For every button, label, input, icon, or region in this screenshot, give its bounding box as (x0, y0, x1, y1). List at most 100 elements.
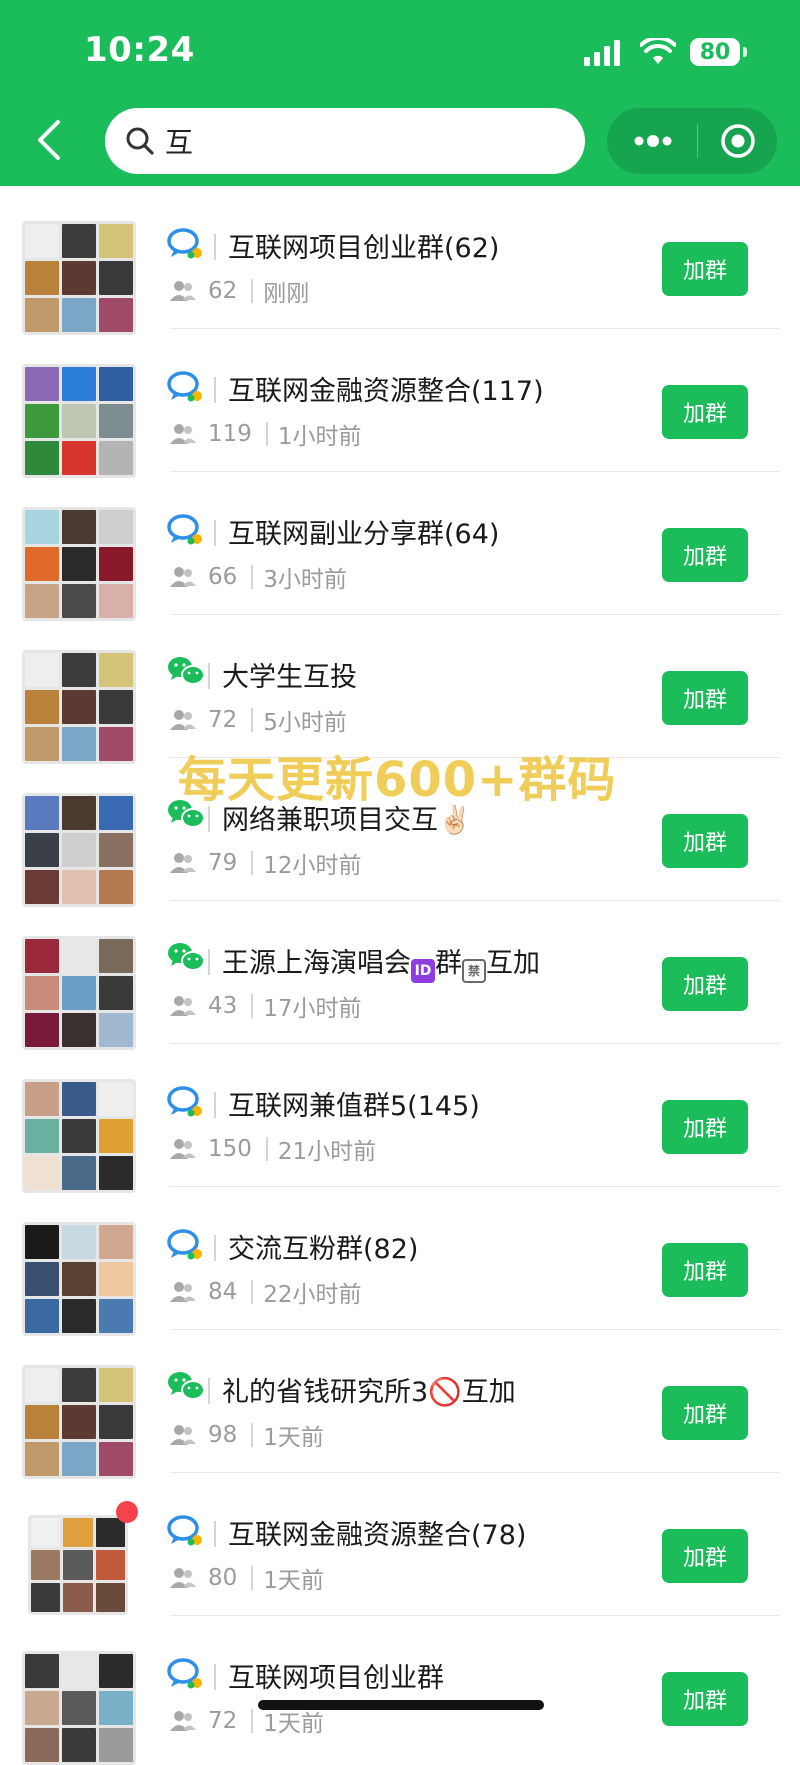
meta-separator (251, 565, 254, 589)
group-title: 互联网副业分享群(64) (228, 519, 500, 550)
battery-nub (743, 47, 747, 57)
meta-separator (251, 708, 254, 732)
group-meta: 79 12小时前 (170, 846, 362, 880)
title-separator (214, 234, 216, 260)
group-list-item[interactable]: 互联网兼值群5(145) 150 21小时前 加群 (0, 1044, 800, 1193)
group-title-end: 互加 (486, 948, 540, 979)
members-icon (170, 710, 196, 730)
update-time: 17小时前 (263, 996, 362, 1022)
group-meta: 66 3小时前 (170, 560, 347, 594)
group-chat-icon (167, 1515, 202, 1546)
group-list-item[interactable]: 互联网金融资源整合(78) 80 1天前 加群 (0, 1473, 800, 1616)
update-time: 1天前 (263, 1568, 324, 1594)
join-group-button[interactable]: 加群 (662, 814, 748, 868)
group-avatar (22, 650, 136, 764)
group-meta: 98 1天前 (170, 1418, 324, 1452)
group-meta: 80 1天前 (170, 1561, 324, 1595)
wifi-icon (640, 38, 676, 64)
group-chat-icon (167, 371, 202, 402)
members-icon (170, 1711, 196, 1731)
group-avatar (22, 793, 136, 907)
join-group-button[interactable]: 加群 (662, 1100, 748, 1154)
meta-separator (265, 1137, 268, 1161)
group-avatar (28, 1515, 128, 1615)
join-group-button[interactable]: 加群 (662, 1529, 748, 1583)
mini-program-capsule (607, 108, 777, 174)
update-time: 3小时前 (263, 567, 347, 593)
join-group-button[interactable]: 加群 (662, 1243, 748, 1297)
id-emoji: ID (411, 959, 435, 983)
group-meta: 72 5小时前 (170, 703, 347, 737)
update-time: 12小时前 (263, 853, 362, 879)
join-group-button[interactable]: 加群 (662, 1672, 748, 1726)
group-avatar (22, 221, 136, 335)
member-count: 98 (208, 1422, 238, 1448)
group-chat-icon (167, 1086, 202, 1117)
group-title: 互联网金融资源整合(78) (228, 1520, 527, 1551)
group-title: 交流互粉群(82) (228, 1234, 419, 1265)
search-input[interactable] (165, 124, 545, 158)
search-bar[interactable] (105, 108, 585, 174)
group-list-item[interactable]: 大学生互投 72 5小时前 加群 (0, 615, 800, 764)
group-title-text: 王源上海演唱会 (222, 948, 411, 979)
group-chat-icon (167, 1658, 202, 1689)
member-count: 84 (208, 1279, 238, 1305)
meta-separator (251, 1566, 254, 1590)
group-avatar (22, 364, 136, 478)
group-list-item[interactable]: 交流互粉群(82) 84 22小时前 加群 (0, 1187, 800, 1336)
group-list-item[interactable]: 互联网项目创业群 72 1天前 加群 (0, 1616, 800, 1765)
group-list-item[interactable]: 互联网金融资源整合(117) 119 1小时前 加群 (0, 329, 800, 478)
member-count: 72 (208, 1708, 238, 1734)
group-list-item[interactable]: 王源上海演唱会 ID 群禁互加 43 17小时前 加群 (0, 901, 800, 1050)
group-avatar (22, 507, 136, 621)
top-bar: 10:24 80 (0, 0, 800, 186)
title-separator (214, 1664, 216, 1690)
more-options-icon[interactable] (631, 130, 675, 152)
title-separator (208, 949, 210, 975)
group-list-item[interactable]: 互联网副业分享群(64) 66 3小时前 加群 (0, 472, 800, 621)
join-group-button[interactable]: 加群 (662, 957, 748, 1011)
title-separator (214, 1235, 216, 1261)
home-indicator[interactable] (258, 1700, 544, 1710)
update-time: 22小时前 (263, 1282, 362, 1308)
members-icon (170, 1568, 196, 1588)
group-list-item[interactable]: 礼的省钱研究所3🚫互加 98 1天前 加群 (0, 1330, 800, 1479)
join-group-button[interactable]: 加群 (662, 671, 748, 725)
title-separator (208, 663, 210, 689)
promo-watermark: 每天更新600+群码 (178, 752, 617, 808)
join-group-button[interactable]: 加群 (662, 528, 748, 582)
title-separator (208, 1378, 210, 1404)
title-separator (214, 1521, 216, 1547)
join-group-button[interactable]: 加群 (662, 242, 748, 296)
group-chat-icon (167, 514, 202, 545)
member-count: 43 (208, 993, 238, 1019)
title-separator (214, 1092, 216, 1118)
members-icon (170, 281, 196, 301)
group-title: 互联网兼值群5(145) (228, 1091, 480, 1122)
back-arrow-icon[interactable] (34, 118, 64, 162)
meta-separator (251, 279, 254, 303)
group-title: 礼的省钱研究所3🚫互加 (222, 1377, 516, 1408)
update-time: 1天前 (263, 1425, 324, 1451)
group-meta: 84 22小时前 (170, 1275, 362, 1309)
group-meta: 150 21小时前 (170, 1132, 376, 1166)
meta-separator (251, 1280, 254, 1304)
meta-separator (265, 422, 268, 446)
group-title-mid: 群 (435, 948, 462, 979)
battery-indicator: 80 (690, 38, 740, 66)
group-meta: 43 17小时前 (170, 989, 362, 1023)
group-title: 互联网金融资源整合(117) (228, 376, 544, 407)
member-count: 119 (208, 421, 252, 447)
members-icon (170, 996, 196, 1016)
signal-icon (584, 40, 620, 66)
members-icon (170, 853, 196, 873)
group-list-item[interactable]: 互联网项目创业群(62) 62 刚刚 加群 (0, 186, 800, 335)
join-group-button[interactable]: 加群 (662, 385, 748, 439)
members-icon (170, 567, 196, 587)
status-time: 10:24 (84, 30, 195, 70)
group-avatar (22, 1222, 136, 1336)
capsule-divider (697, 124, 698, 158)
unread-badge (116, 1501, 138, 1523)
close-mini-program-icon[interactable] (719, 122, 757, 160)
join-group-button[interactable]: 加群 (662, 1386, 748, 1440)
